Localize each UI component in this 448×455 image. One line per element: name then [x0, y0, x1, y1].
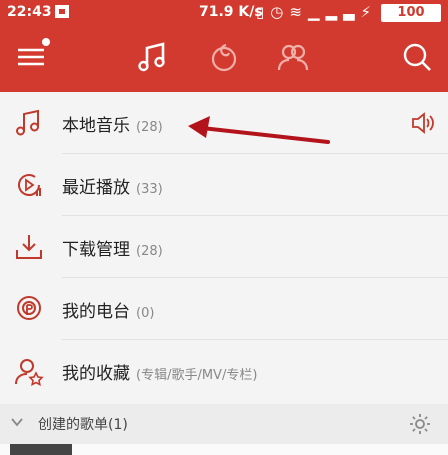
chevron-down-icon[interactable] [10, 415, 24, 429]
list-item-recent-play[interactable]: 最近播放 (33) [0, 154, 448, 216]
system-icons: ▯◷≋▁▂▃⚡ [256, 3, 378, 21]
recent-play-icon [18, 174, 41, 196]
item-count: (28) [136, 120, 163, 135]
created-playlists-header[interactable]: 创建的歌单(1) [0, 404, 448, 444]
favorite-user-icon [15, 359, 44, 386]
app-toolbar [0, 26, 448, 92]
music-note-icon[interactable] [136, 40, 170, 74]
playlist-cover [10, 444, 72, 455]
list-item-download-manager[interactable]: 下载管理 (28) [0, 216, 448, 278]
list-item-my-radio[interactable]: 我的电台 (0) [0, 278, 448, 340]
list-item-my-favorites[interactable]: 我的收藏 (专辑/歌手/MV/专栏) [0, 340, 448, 402]
network-speed: 71.9 K/s [199, 4, 263, 20]
item-count: (专辑/歌手/MV/专栏) [136, 368, 258, 383]
speaker-icon[interactable] [410, 110, 436, 136]
annotation-arrow [188, 116, 330, 144]
section-label: 创建的歌单(1) [38, 417, 128, 433]
gear-icon[interactable] [408, 412, 432, 436]
music-note-icon [16, 109, 39, 136]
item-label: 最近播放 (33) [62, 178, 163, 198]
status-time: 22:43 [7, 4, 52, 20]
item-label: 本地音乐 (28) [62, 116, 163, 136]
playlist-preview-row[interactable] [0, 444, 448, 455]
status-bar: 22:43 71.9 K/s ▯◷≋▁▂▃⚡ 100 [0, 0, 448, 26]
item-label: 我的收藏 (专辑/歌手/MV/专栏) [62, 364, 258, 384]
notification-dot [42, 38, 50, 46]
search-icon[interactable] [400, 40, 434, 74]
item-label: 下载管理 (28) [62, 240, 163, 260]
item-count: (28) [136, 244, 163, 259]
item-count: (33) [136, 182, 163, 197]
radio-icon [17, 296, 41, 320]
image-notification-icon [55, 5, 69, 18]
item-label: 我的电台 (0) [62, 302, 155, 322]
netease-icon[interactable] [207, 40, 241, 74]
item-count: (0) [136, 306, 155, 321]
friends-icon[interactable] [276, 40, 310, 74]
battery-level: 100 [381, 4, 441, 22]
download-icon [16, 235, 42, 259]
